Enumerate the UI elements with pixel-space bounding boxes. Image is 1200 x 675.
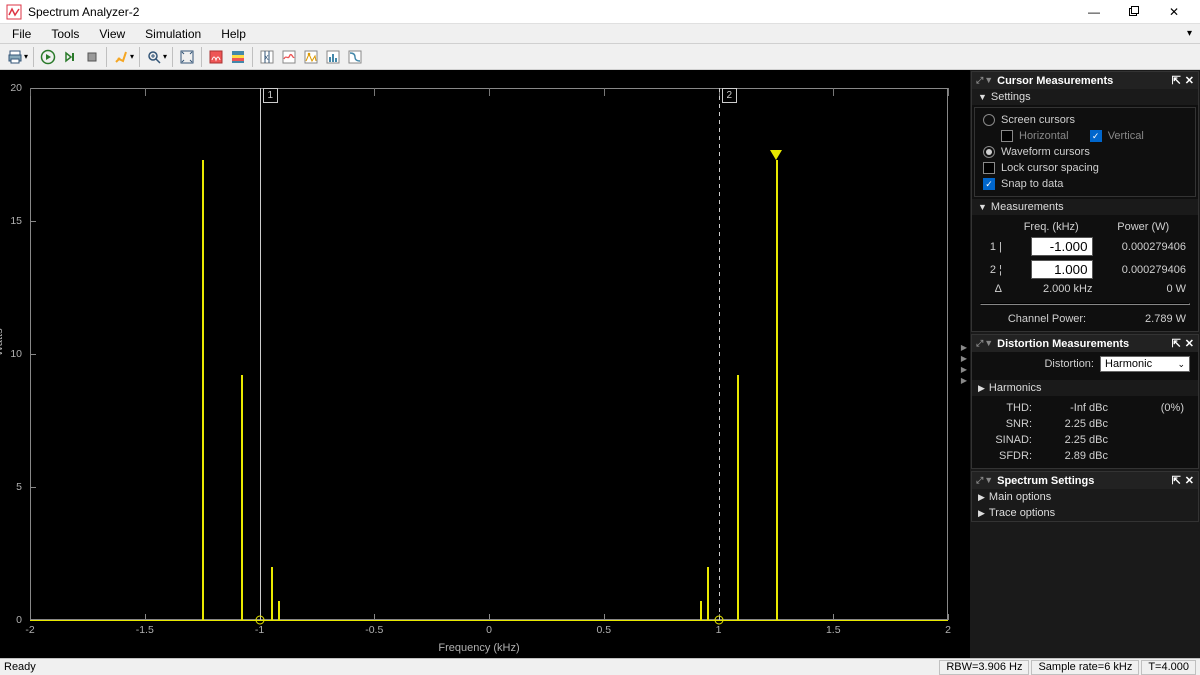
status-time: T=4.000 [1141,660,1196,675]
menu-help[interactable]: Help [211,25,256,43]
status-ready: Ready [4,661,937,673]
workspace: Watts Frequency (kHz) 05101520-2-1.5-1-0… [0,70,1200,658]
spectrum-settings-panel: ⤢▼ Spectrum Settings ⇱✕ ▶Main options ▶T… [971,471,1199,522]
highlight-button[interactable] [110,46,132,68]
cursor-measurements-table: Freq. (kHz)Power (W) 1 |0.000279406 2 ¦0… [980,219,1190,297]
panel-undock-icon[interactable]: ⇱ [1172,337,1181,350]
waveform-cursors-radio[interactable]: Waveform cursors [983,144,1187,160]
cursor2-freq-input[interactable] [1031,260,1093,279]
close-button[interactable]: ✕ [1154,0,1194,24]
cursor-measurements-panel: ⤢▼ Cursor Measurements ⇱✕ ▼Settings Scre… [971,71,1199,332]
signal-stats-button[interactable] [278,46,300,68]
harmonics-section[interactable]: ▶Harmonics [972,380,1198,396]
titlebar: Spectrum Analyzer-2 — ✕ [0,0,1200,24]
panel-close-icon[interactable]: ✕ [1185,474,1194,487]
print-button[interactable] [4,46,26,68]
spectrogram-button[interactable] [227,46,249,68]
menu-view[interactable]: View [89,25,135,43]
lock-spacing-check[interactable]: Lock cursor spacing [983,160,1187,176]
minimize-button[interactable]: — [1074,0,1114,24]
cursor-meas-section[interactable]: ▼Measurements [972,199,1198,215]
panel-close-icon[interactable]: ✕ [1185,74,1194,87]
app-icon [6,4,22,20]
distortion-measurements-panel: ⤢▼ Distortion Measurements ⇱✕ Distortion… [971,334,1199,469]
spectrum-panel-title: Spectrum Settings [997,475,1094,487]
panel-collapse-handle[interactable]: ▶▶▶▶ [958,70,970,658]
menubar-overflow[interactable]: ▾ [1181,28,1198,39]
cursor-settings-section[interactable]: ▼Settings [972,89,1198,105]
stop-button[interactable] [81,46,103,68]
menu-simulation[interactable]: Simulation [135,25,211,43]
peak-finder-button[interactable] [300,46,322,68]
toolbar: ▾ ▾ ▾ X [0,44,1200,70]
side-panels: ⤢▼ Cursor Measurements ⇱✕ ▼Settings Scre… [970,70,1200,658]
statusbar: Ready RBW=3.906 Hz Sample rate=6 kHz T=4… [0,658,1200,675]
trace-options-section[interactable]: ▶Trace options [972,505,1198,521]
autoscale-button[interactable] [176,46,198,68]
status-rbw: RBW=3.906 Hz [939,660,1029,675]
menu-tools[interactable]: Tools [41,25,89,43]
menu-file[interactable]: File [2,25,41,43]
x-axis-label: Frequency (kHz) [438,642,519,654]
horizontal-check: Horizontal ✓Vertical [1001,128,1187,144]
svg-text:X: X [264,55,269,62]
cursor-meas-button[interactable]: X [256,46,278,68]
panel-close-icon[interactable]: ✕ [1185,337,1194,350]
cursor1-freq-input[interactable] [1031,237,1093,256]
maximize-button[interactable] [1114,0,1154,24]
snap-to-data-check[interactable]: ✓Snap to data [983,176,1187,192]
zoom-button[interactable] [143,46,165,68]
spectrum-button[interactable] [205,46,227,68]
ccdf-button[interactable] [344,46,366,68]
step-button[interactable] [59,46,81,68]
window-title: Spectrum Analyzer-2 [28,5,1074,19]
distortion-select[interactable]: Harmonic⌄ [1100,356,1190,372]
main-options-section[interactable]: ▶Main options [972,489,1198,505]
distortion-panel-title: Distortion Measurements [997,338,1129,350]
menubar: File Tools View Simulation Help ▾ [0,24,1200,44]
status-sample-rate: Sample rate=6 kHz [1031,660,1139,675]
distortion-label: Distortion: [1044,358,1094,370]
plot-area[interactable]: Watts Frequency (kHz) 05101520-2-1.5-1-0… [0,70,958,658]
panel-undock-icon[interactable]: ⇱ [1172,474,1181,487]
panel-undock-icon[interactable]: ⇱ [1172,74,1181,87]
distortion-button[interactable] [322,46,344,68]
screen-cursors-radio[interactable]: Screen cursors [983,112,1187,128]
run-button[interactable] [37,46,59,68]
cursor-panel-title: Cursor Measurements [997,75,1113,87]
